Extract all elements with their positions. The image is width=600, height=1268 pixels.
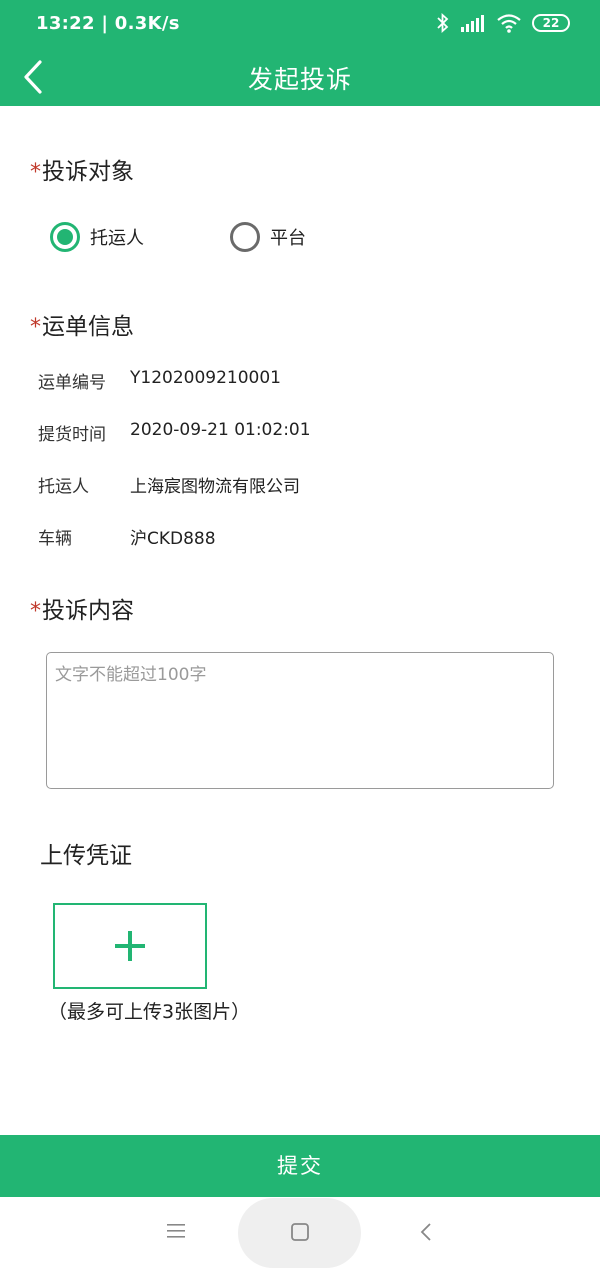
waybill-row-vehicle: 车辆 沪CKD888 [38, 524, 216, 549]
info-label: 提货时间 [38, 425, 106, 445]
info-value: 沪CKD888 [130, 529, 216, 549]
wifi-icon [497, 14, 521, 33]
complaint-target-title: *投诉对象 [30, 152, 134, 186]
complaint-content-title: *投诉内容 [30, 591, 134, 625]
info-label: 托运人 [38, 477, 89, 497]
waybill-info-title: *运单信息 [30, 307, 134, 341]
status-icons: 22 [436, 12, 570, 34]
upload-hint: （最多可上传3张图片） [48, 1001, 251, 1023]
info-value: 2020-09-21 01:02:01 [130, 420, 311, 440]
radio-checked-icon[interactable] [50, 222, 80, 252]
radio-unchecked-icon[interactable] [230, 222, 260, 252]
page-title: 发起投诉 [247, 65, 352, 94]
waybill-row-number: 运单编号 Y1202009210001 [38, 368, 281, 393]
menu-icon[interactable] [166, 1222, 186, 1240]
complaint-target-radio-group: 托运人 平台 [50, 222, 392, 252]
radio-option-shipper[interactable]: 托运人 [50, 222, 144, 252]
waybill-row-pickup-time: 提货时间 2020-09-21 01:02:01 [38, 420, 311, 445]
home-icon[interactable] [290, 1222, 310, 1242]
info-label: 车辆 [38, 529, 72, 549]
complaint-content-label: 投诉内容 [42, 598, 134, 624]
waybill-row-shipper: 托运人 上海宸图物流有限公司 [38, 472, 300, 497]
system-nav-bar [0, 1197, 600, 1268]
info-value: 上海宸图物流有限公司 [130, 477, 300, 497]
info-value: Y1202009210001 [130, 368, 281, 388]
submit-button[interactable]: 提交 [0, 1135, 600, 1197]
bluetooth-icon [437, 12, 449, 34]
required-mark: * [30, 160, 41, 185]
plus-icon [115, 931, 145, 961]
required-mark: * [30, 315, 41, 340]
radio-option-platform[interactable]: 平台 [230, 222, 306, 252]
upload-image-button[interactable] [53, 903, 207, 989]
upload-evidence-title: 上传凭证 [40, 843, 132, 869]
back-nav-icon[interactable] [418, 1221, 434, 1243]
waybill-info-label: 运单信息 [42, 314, 134, 340]
battery-icon: 22 [532, 14, 570, 32]
textarea-placeholder: 文字不能超过100字 [55, 665, 207, 685]
info-label: 运单编号 [38, 373, 106, 393]
radio-dot [57, 229, 73, 245]
nav-bar: 发起投诉 [0, 48, 600, 106]
signal-icon [461, 15, 484, 32]
status-bar: 13:22 | 0.3K/s 22 [0, 0, 600, 48]
status-time: 13:22 | 0.3K/s [36, 13, 180, 34]
required-mark: * [30, 599, 41, 624]
complaint-target-label: 投诉对象 [42, 159, 134, 185]
complaint-content-textarea[interactable]: 文字不能超过100字 [46, 652, 554, 789]
radio-label-shipper: 托运人 [90, 228, 144, 249]
radio-label-platform: 平台 [270, 228, 306, 249]
